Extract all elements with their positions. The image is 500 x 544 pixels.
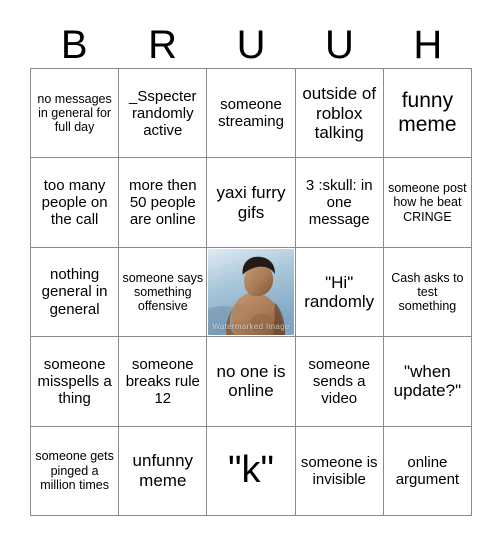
bingo-cell-label: someone says something offensive: [122, 270, 204, 314]
bingo-cell-label: online argument: [395, 453, 460, 488]
bingo-cell[interactable]: "k": [207, 426, 296, 516]
bingo-cell[interactable]: unfunny meme: [119, 426, 208, 516]
bingo-cell[interactable]: someone says something offensive: [119, 247, 208, 338]
bingo-cell-label: someone misspells a thing: [37, 355, 112, 407]
bingo-cell[interactable]: funny meme: [383, 69, 472, 159]
bingo-cell[interactable]: someone misspells a thing: [31, 337, 120, 427]
bingo-cell-label: nothing general in general: [41, 266, 108, 318]
bingo-cell[interactable]: too many people on the call: [31, 158, 120, 248]
bingo-cell[interactable]: someone breaks rule 12: [119, 337, 208, 427]
header-letter-3: U: [324, 23, 354, 67]
bingo-cell-label: outside of roblox talking: [302, 84, 377, 142]
bingo-cell-label: too many people on the call: [41, 176, 108, 229]
bingo-cell-label: someone breaks rule 12: [125, 355, 200, 407]
bingo-cell-label: yaxi furry gifs: [216, 183, 286, 222]
bingo-cell-label: Cash asks to test something: [391, 270, 464, 314]
bingo-cell-label: 3 :skull: in one message: [305, 176, 373, 229]
header-letter-0: B: [60, 23, 88, 67]
bingo-cell[interactable]: someone streaming: [207, 69, 296, 159]
bingo-cell[interactable]: yaxi furry gifs: [207, 158, 296, 248]
bingo-cell-label: funny meme: [398, 89, 457, 137]
bingo-cell[interactable]: outside of roblox talking: [295, 69, 384, 159]
bingo-cell[interactable]: someone gets pinged a million times: [31, 426, 120, 516]
bingo-card: B R U U H no messages in general for ful…: [0, 0, 500, 544]
bingo-cell-label: someone sends a video: [308, 355, 371, 407]
bingo-cell-label: unfunny meme: [132, 451, 194, 490]
header-letter-1: R: [148, 23, 178, 67]
bingo-header: B R U U H: [30, 22, 472, 68]
bingo-cell-label: "k": [228, 448, 274, 491]
bingo-cell[interactable]: Watermarked Image: [207, 247, 296, 338]
bingo-cell-label: no messages in general for full day: [37, 91, 112, 135]
bingo-cell[interactable]: no one is online: [207, 337, 296, 427]
bingo-cell-label: someone gets pinged a million times: [35, 449, 114, 492]
bingo-cell-label: "when update?": [393, 362, 462, 401]
bingo-cell-label: no one is online: [216, 362, 286, 401]
bingo-cell-label: someone post how he beat CRINGE: [388, 181, 467, 224]
bingo-cell[interactable]: no messages in general for full day: [31, 69, 120, 159]
bingo-grid: no messages in general for full day _Sspe…: [30, 68, 472, 516]
bingo-cell[interactable]: online argument: [383, 426, 472, 516]
header-letter-4: H: [413, 23, 443, 67]
bingo-cell[interactable]: nothing general in general: [31, 247, 120, 338]
bingo-cell[interactable]: someone is invisible: [295, 426, 384, 516]
bingo-cell-label: more then 50 people are online: [129, 176, 197, 229]
bingo-cell[interactable]: _Sspecter randomly active: [119, 69, 208, 159]
bingo-cell[interactable]: "when update?": [383, 337, 472, 427]
bingo-cell[interactable]: "Hi" randomly: [295, 247, 384, 338]
image-watermark: Watermarked Image: [212, 322, 290, 331]
bingo-cell-image: Watermarked Image: [208, 248, 294, 336]
bingo-cell-label: _Sspecter randomly active: [129, 87, 197, 139]
bingo-cell[interactable]: 3 :skull: in one message: [295, 158, 384, 248]
bingo-cell-label: someone streaming: [218, 96, 284, 131]
bingo-cell[interactable]: Cash asks to test something: [383, 247, 472, 338]
bingo-cell[interactable]: more then 50 people are online: [119, 158, 208, 248]
bingo-cell-label: someone is invisible: [300, 453, 378, 488]
bingo-cell-label: "Hi" randomly: [304, 272, 375, 311]
bingo-cell[interactable]: someone sends a video: [295, 337, 384, 427]
bingo-cell[interactable]: someone post how he beat CRINGE: [383, 158, 472, 248]
header-letter-2: U: [236, 23, 266, 67]
